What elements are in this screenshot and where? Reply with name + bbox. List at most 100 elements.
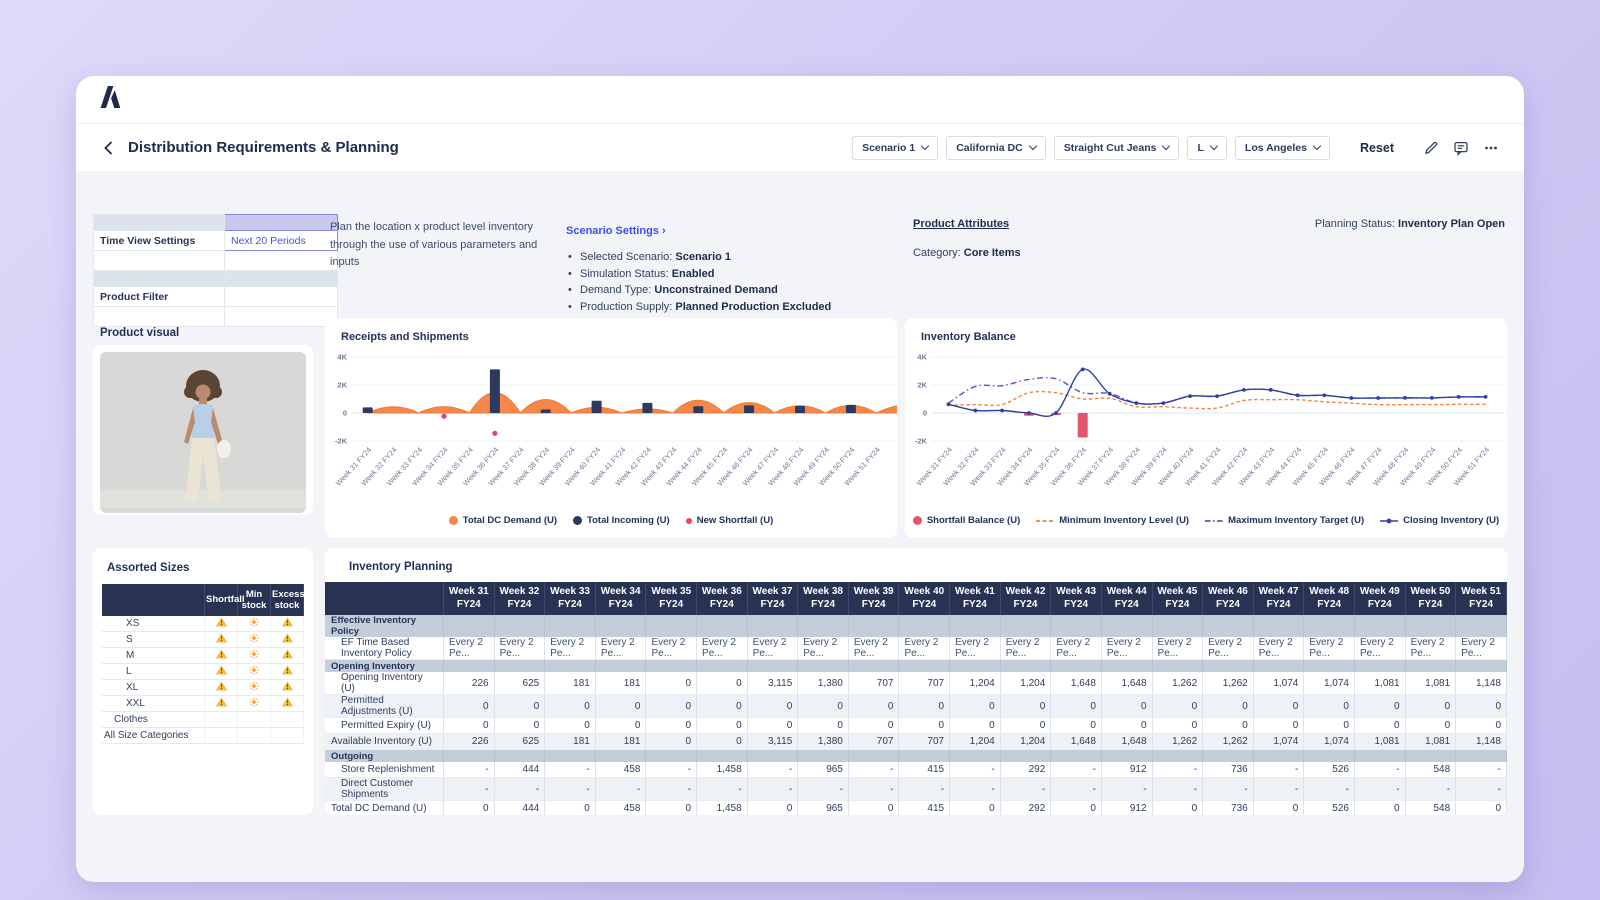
grid-cell[interactable]: 0: [444, 718, 495, 734]
shortfall-cell[interactable]: [205, 696, 238, 712]
grid-cell[interactable]: -: [444, 778, 495, 801]
grid-cell[interactable]: 1,648: [1101, 734, 1152, 750]
grid-cell[interactable]: -: [848, 762, 899, 778]
grid-cell[interactable]: 1,262: [1152, 672, 1203, 695]
grid-cell[interactable]: 181: [545, 672, 596, 695]
grid-cell[interactable]: 0: [848, 801, 899, 816]
grid-cell[interactable]: 707: [848, 672, 899, 695]
grid-cell[interactable]: 0: [1101, 718, 1152, 734]
grid-cell[interactable]: 0: [747, 801, 798, 816]
excess-stock-cell[interactable]: [271, 728, 304, 744]
grid-cell[interactable]: -: [1051, 778, 1102, 801]
grid-cell[interactable]: 0: [646, 672, 697, 695]
grid-cell[interactable]: -: [1051, 762, 1102, 778]
grid-cell[interactable]: 526: [1304, 801, 1355, 816]
grid-cell[interactable]: 458: [595, 801, 646, 816]
grid-cell[interactable]: 0: [1354, 695, 1405, 718]
grid-cell[interactable]: 0: [1354, 801, 1405, 816]
min-stock-cell[interactable]: [238, 632, 271, 648]
grid-cell[interactable]: 0: [1101, 695, 1152, 718]
grid-cell[interactable]: Every 2 Pe...: [747, 637, 798, 660]
grid-cell[interactable]: 0: [494, 718, 545, 734]
grid-cell[interactable]: Every 2 Pe...: [595, 637, 646, 660]
grid-cell[interactable]: -: [1456, 762, 1507, 778]
grid-cell[interactable]: 0: [444, 695, 495, 718]
grid-cell[interactable]: Every 2 Pe...: [646, 637, 697, 660]
grid-cell[interactable]: 1,262: [1203, 734, 1254, 750]
grid-cell[interactable]: -: [1354, 762, 1405, 778]
shortfall-cell[interactable]: [205, 648, 238, 664]
grid-cell[interactable]: 0: [697, 695, 748, 718]
grid-cell[interactable]: 444: [494, 762, 545, 778]
grid-cell[interactable]: 0: [545, 801, 596, 816]
grid-cell[interactable]: 0: [1253, 801, 1304, 816]
grid-cell[interactable]: 1,074: [1304, 672, 1355, 695]
grid-cell[interactable]: 0: [1304, 695, 1355, 718]
grid-cell[interactable]: 965: [798, 801, 849, 816]
grid-cell[interactable]: 1,380: [798, 734, 849, 750]
excess-stock-cell[interactable]: [271, 680, 304, 696]
grid-cell[interactable]: 1,204: [950, 672, 1001, 695]
grid-cell[interactable]: Every 2 Pe...: [950, 637, 1001, 660]
min-stock-cell[interactable]: [238, 616, 271, 632]
grid-cell[interactable]: 707: [899, 734, 950, 750]
grid-cell[interactable]: Every 2 Pe...: [444, 637, 495, 660]
grid-cell[interactable]: 292: [1000, 801, 1051, 816]
dc-dropdown[interactable]: California DC: [946, 136, 1046, 160]
grid-cell[interactable]: -: [798, 778, 849, 801]
grid-cell[interactable]: 1,148: [1456, 672, 1507, 695]
size-dropdown[interactable]: L: [1187, 136, 1226, 160]
grid-cell[interactable]: 458: [595, 762, 646, 778]
grid-cell[interactable]: 1,648: [1051, 672, 1102, 695]
grid-cell[interactable]: 965: [798, 762, 849, 778]
excess-stock-cell[interactable]: [271, 712, 304, 728]
grid-cell[interactable]: Every 2 Pe...: [1101, 637, 1152, 660]
grid-cell[interactable]: 625: [494, 672, 545, 695]
grid-cell[interactable]: -: [1152, 762, 1203, 778]
grid-cell[interactable]: 1,204: [1000, 734, 1051, 750]
grid-cell[interactable]: 0: [646, 695, 697, 718]
min-stock-cell[interactable]: [238, 712, 271, 728]
grid-cell[interactable]: -: [1253, 762, 1304, 778]
grid-cell[interactable]: 0: [1203, 695, 1254, 718]
grid-cell[interactable]: 0: [899, 718, 950, 734]
grid-cell[interactable]: 181: [595, 734, 646, 750]
grid-cell[interactable]: -: [747, 762, 798, 778]
grid-cell[interactable]: 415: [899, 801, 950, 816]
grid-cell[interactable]: 0: [545, 718, 596, 734]
inventory-balance-chart[interactable]: 4K2K0-2KWeek 31 FY24Week 32 FY24Week 33 …: [905, 345, 1507, 514]
selected-header-cell[interactable]: [225, 215, 338, 231]
excess-stock-cell[interactable]: [271, 616, 304, 632]
grid-cell[interactable]: 0: [899, 695, 950, 718]
grid-cell[interactable]: -: [545, 762, 596, 778]
grid-cell[interactable]: Every 2 Pe...: [1051, 637, 1102, 660]
shortfall-cell[interactable]: [205, 632, 238, 648]
grid-cell[interactable]: 736: [1203, 801, 1254, 816]
grid-cell[interactable]: -: [950, 762, 1001, 778]
excess-stock-cell[interactable]: [271, 648, 304, 664]
grid-cell[interactable]: Every 2 Pe...: [848, 637, 899, 660]
min-stock-cell[interactable]: [238, 696, 271, 712]
time-view-settings-value[interactable]: Next 20 Periods: [225, 231, 338, 251]
grid-cell[interactable]: 526: [1304, 762, 1355, 778]
grid-cell[interactable]: 1,074: [1253, 734, 1304, 750]
grid-cell[interactable]: 0: [1203, 718, 1254, 734]
grid-cell[interactable]: -: [545, 778, 596, 801]
excess-stock-cell[interactable]: [271, 664, 304, 680]
grid-cell[interactable]: 0: [1051, 718, 1102, 734]
shortfall-cell[interactable]: [205, 680, 238, 696]
scenario-settings-link[interactable]: Scenario Settings ›: [566, 225, 666, 237]
grid-cell[interactable]: -: [697, 778, 748, 801]
grid-cell[interactable]: 0: [1000, 718, 1051, 734]
excess-stock-cell[interactable]: [271, 696, 304, 712]
shortfall-cell[interactable]: [205, 664, 238, 680]
grid-cell[interactable]: Every 2 Pe...: [697, 637, 748, 660]
grid-cell[interactable]: -: [1152, 778, 1203, 801]
grid-cell[interactable]: -: [494, 778, 545, 801]
grid-cell[interactable]: 0: [646, 734, 697, 750]
grid-cell[interactable]: 1,648: [1101, 672, 1152, 695]
grid-cell[interactable]: 0: [697, 672, 748, 695]
shortfall-cell[interactable]: [205, 712, 238, 728]
grid-cell[interactable]: 415: [899, 762, 950, 778]
grid-cell[interactable]: 0: [444, 801, 495, 816]
